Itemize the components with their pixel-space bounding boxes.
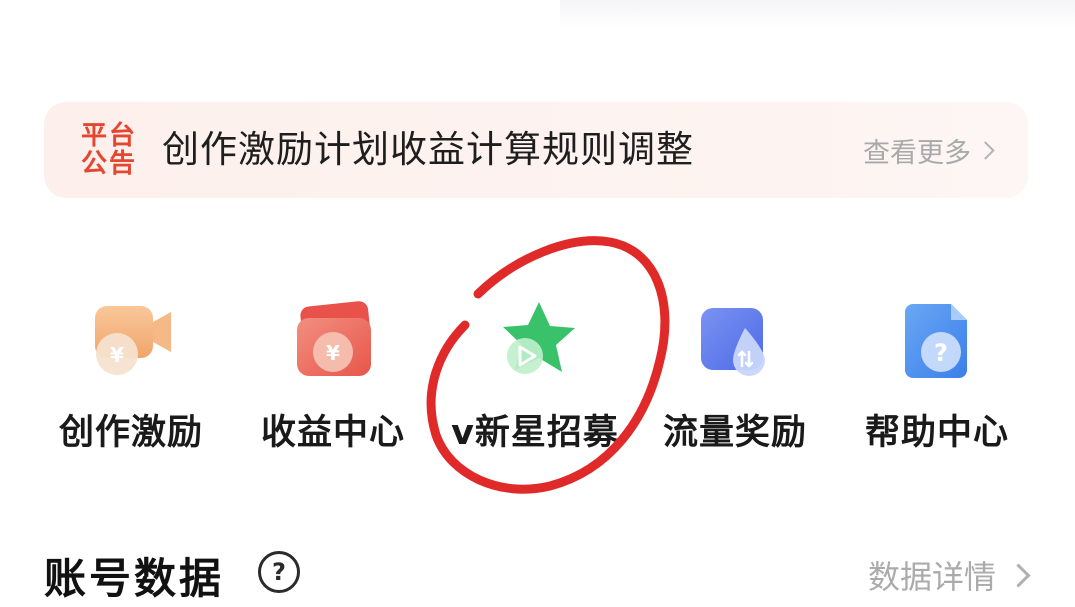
ticket-drop-icon xyxy=(701,308,765,376)
data-details-link[interactable]: 数据详情 xyxy=(867,552,1031,598)
chevron-right-icon xyxy=(976,140,995,160)
announcement-title[interactable]: 创作激励计划收益计算规则调整 xyxy=(162,126,694,174)
menu-label: 收益中心 xyxy=(260,413,405,453)
svg-text:¥: ¥ xyxy=(110,343,124,367)
announcement-tag-line1: 平台 xyxy=(80,121,137,151)
menu-item-creation-incentive[interactable]: ¥ 创作激励 xyxy=(36,300,226,453)
menu-item-revenue-center[interactable]: ¥ 收益中心 xyxy=(238,300,428,453)
menu-item-help-center[interactable]: ? 帮助中心 xyxy=(842,300,1032,453)
svg-text:¥: ¥ xyxy=(326,341,340,365)
view-more-link[interactable]: 查看更多 xyxy=(863,132,995,169)
view-more-label: 查看更多 xyxy=(863,137,971,169)
menu-label: v新星招募 xyxy=(451,413,619,453)
top-fade xyxy=(560,0,1075,28)
star-play-icon xyxy=(503,302,575,374)
wallet-yuan-icon: ¥ xyxy=(297,301,371,376)
video-yuan-icon: ¥ xyxy=(95,306,171,375)
svg-text:?: ? xyxy=(934,339,948,367)
announcement-tag: 平台 公告 xyxy=(78,122,140,178)
menu-item-traffic-reward[interactable]: 流量奖励 xyxy=(640,300,830,453)
help-question-icon[interactable]: ? xyxy=(258,551,300,593)
data-details-label: 数据详情 xyxy=(867,558,996,596)
document-question-icon: ? xyxy=(905,304,967,378)
announcement-banner[interactable]: 平台 公告 创作激励计划收益计算规则调整 查看更多 xyxy=(44,102,1028,198)
account-data-title: 账号数据 xyxy=(44,554,225,603)
announcement-tag-line2: 公告 xyxy=(80,149,137,179)
menu-label: 创作激励 xyxy=(58,413,203,453)
menu-label: 帮助中心 xyxy=(864,413,1009,453)
chevron-right-icon xyxy=(1006,562,1031,588)
menu-label: 流量奖励 xyxy=(662,413,807,453)
menu-item-v-newstar-recruit[interactable]: v新星招募 xyxy=(440,300,630,453)
